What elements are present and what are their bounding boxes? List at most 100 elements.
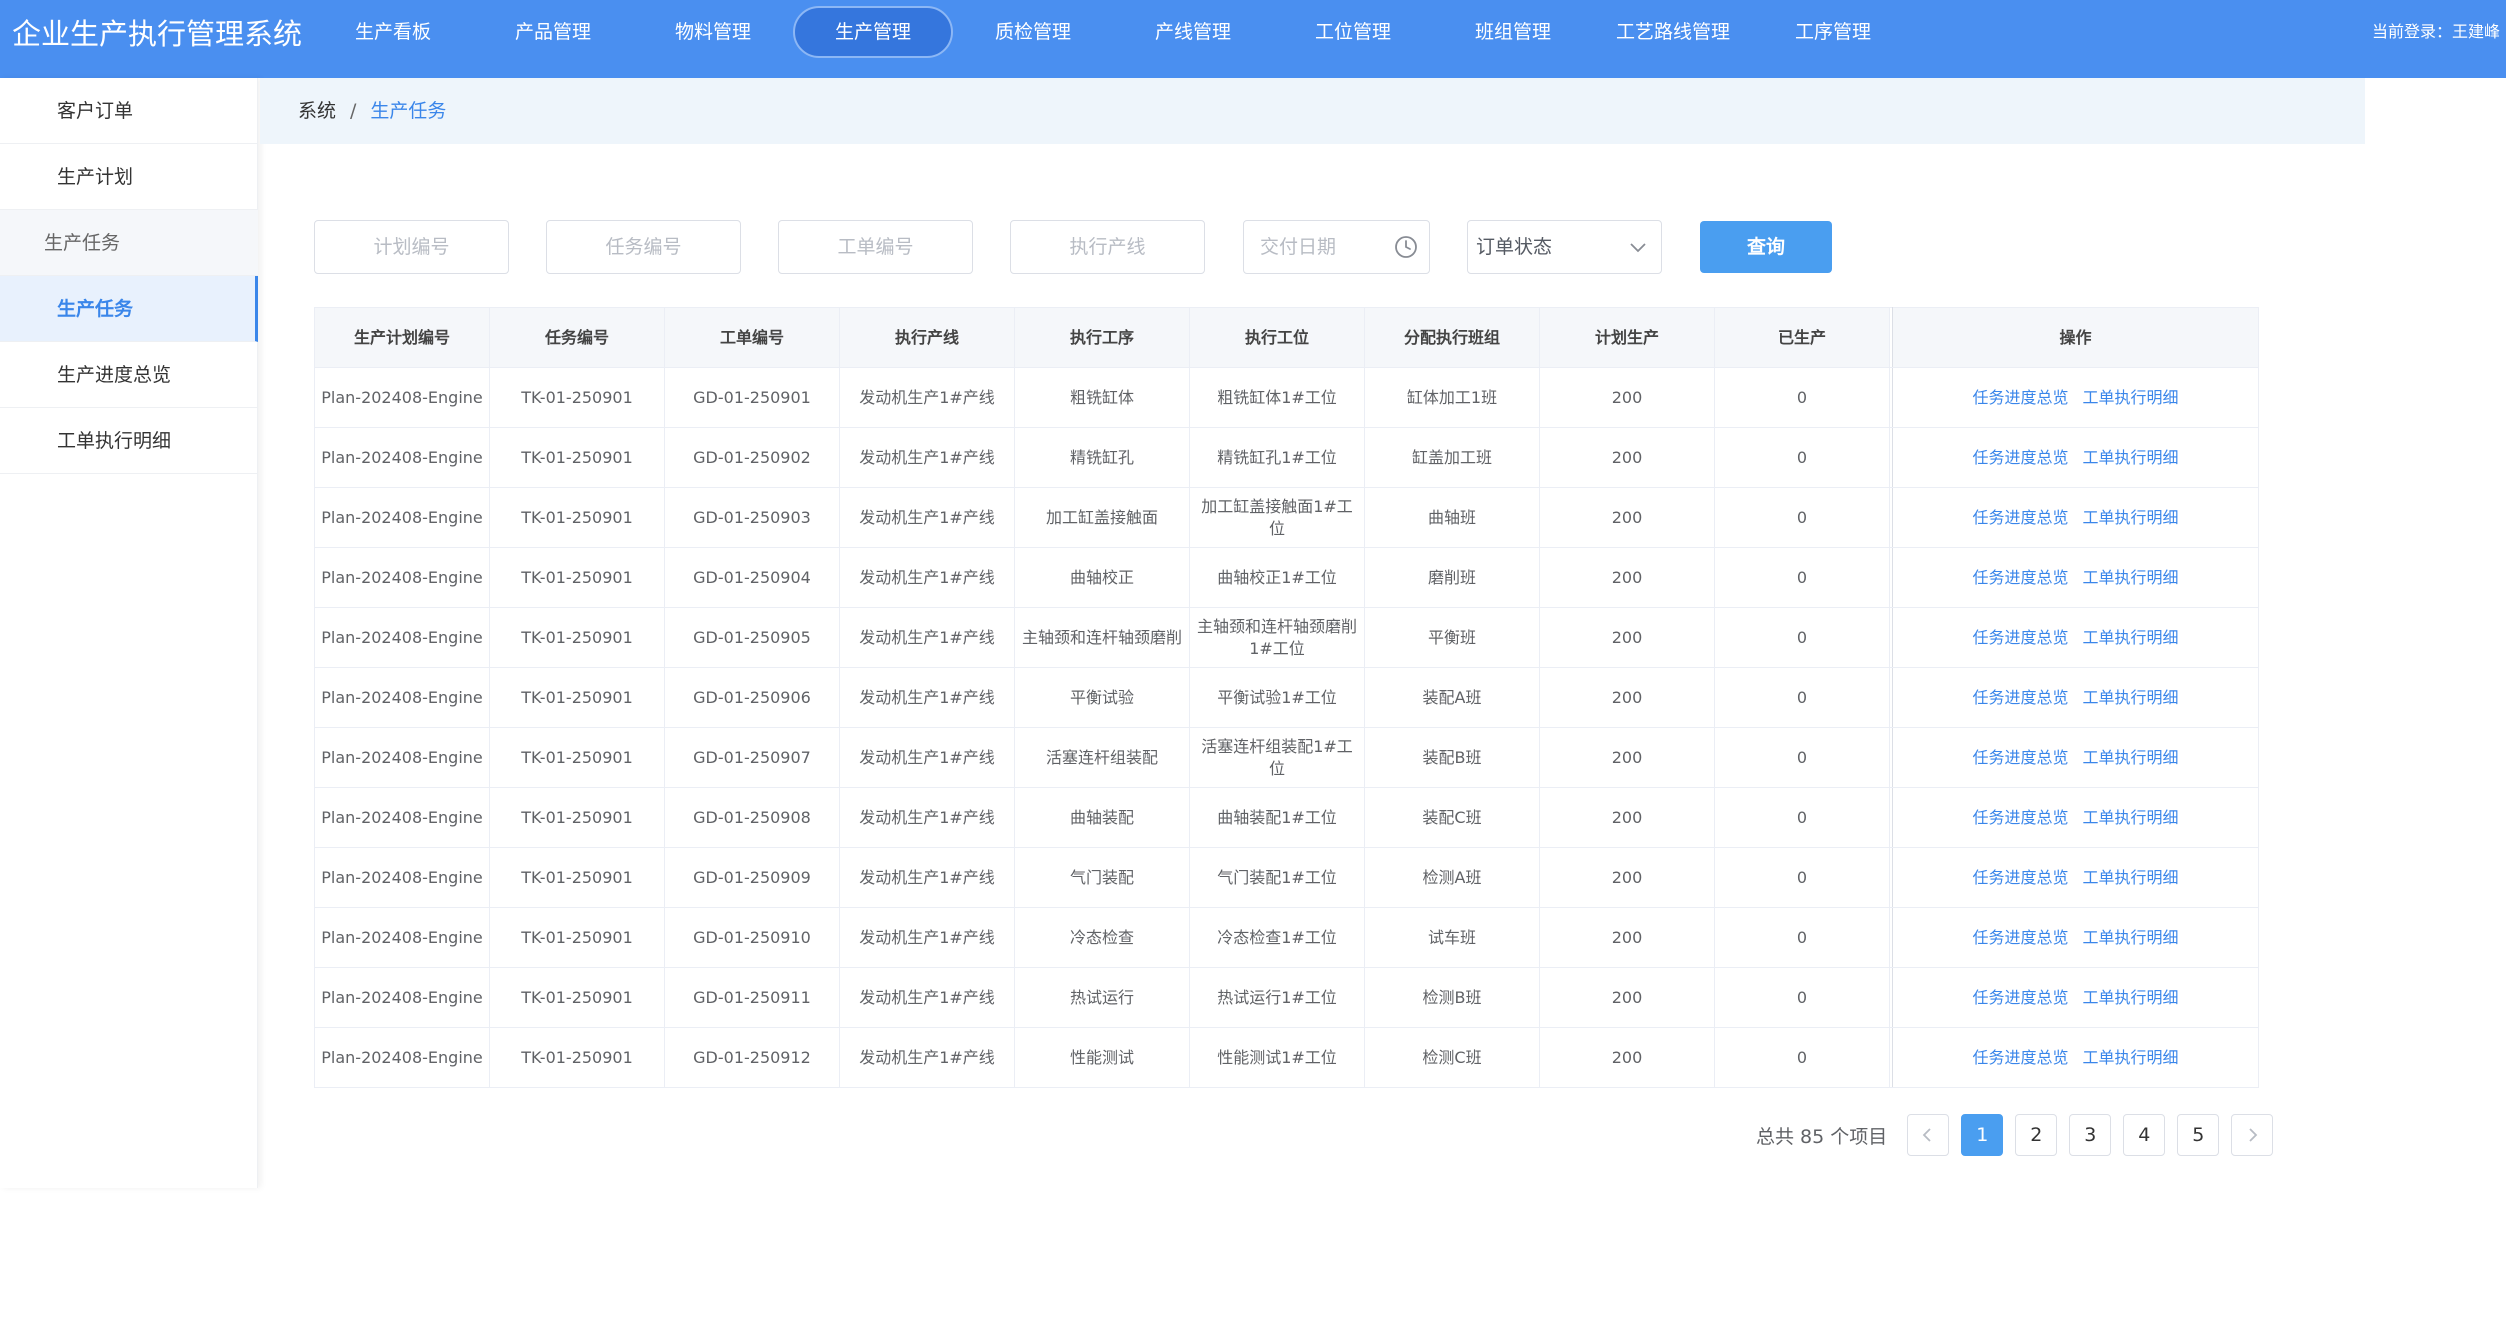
table-cell: GD-01-250911 <box>664 967 840 1028</box>
table-row: Plan-202408-Engine TK-01-250901 GD-01-2509… <box>314 967 2259 1028</box>
table-cell: GD-01-250909 <box>664 847 840 908</box>
work-order-detail-link[interactable]: 工单执行明细 <box>2083 508 2179 527</box>
table-cell: 200 <box>1539 907 1715 968</box>
next-page-button[interactable] <box>2231 1114 2274 1156</box>
work-order-detail-link[interactable]: 工单执行明细 <box>2083 1048 2179 1067</box>
work-order-detail-link[interactable]: 工单执行明细 <box>2083 988 2179 1007</box>
breadcrumb: 系统 / 生产任务 <box>298 99 446 123</box>
sidebar-item-production-task[interactable]: 生产任务 <box>0 276 258 342</box>
table-cell: GD-01-250912 <box>664 1027 840 1088</box>
nav-item-8[interactable]: 工艺路线管理 <box>1593 6 1753 58</box>
page-button-2[interactable]: 2 <box>2015 1114 2058 1156</box>
table-cell: 0 <box>1714 847 1890 908</box>
table-cell: 曲轴装配1#工位 <box>1189 787 1365 848</box>
work-order-detail-link[interactable]: 工单执行明细 <box>2083 568 2179 587</box>
breadcrumb-root[interactable]: 系统 <box>298 100 336 122</box>
work-order-detail-link[interactable]: 工单执行明细 <box>2083 448 2179 467</box>
row-actions: 任务进度总览 工单执行明细 <box>1892 367 2259 428</box>
task-progress-link[interactable]: 任务进度总览 <box>1972 868 2068 887</box>
column-header-4: 执行工序 <box>1014 307 1190 368</box>
page-button-5[interactable]: 5 <box>2177 1114 2220 1156</box>
table-cell: GD-01-250906 <box>664 667 840 728</box>
table-row: Plan-202408-Engine TK-01-250901 GD-01-2509… <box>314 667 2259 728</box>
work-order-no-input[interactable]: 工单编号 <box>778 220 973 274</box>
nav-item-3[interactable]: 生产管理 <box>793 6 953 58</box>
task-progress-link[interactable]: 任务进度总览 <box>1972 1048 2068 1067</box>
page-button-1[interactable]: 1 <box>1961 1114 2004 1156</box>
nav-item-7[interactable]: 班组管理 <box>1433 6 1593 58</box>
order-status-select[interactable]: 订单状态 <box>1467 220 1662 274</box>
table-cell: 200 <box>1539 427 1715 488</box>
table-cell: TK-01-250901 <box>489 967 665 1028</box>
task-progress-link[interactable]: 任务进度总览 <box>1972 568 2068 587</box>
table-row: Plan-202408-Engine TK-01-250901 GD-01-2509… <box>314 547 2259 608</box>
table-row: Plan-202408-Engine TK-01-250901 GD-01-2509… <box>314 487 2259 548</box>
table-row: Plan-202408-Engine TK-01-250901 GD-01-2509… <box>314 787 2259 848</box>
page-button-3[interactable]: 3 <box>2069 1114 2112 1156</box>
table-cell: 0 <box>1714 607 1890 668</box>
sidebar-item-customer-orders[interactable]: 客户订单 <box>0 78 258 144</box>
table-cell: 精铣缸孔 <box>1014 427 1190 488</box>
table-cell: Plan-202408-Engine <box>314 1027 490 1088</box>
table-cell: 发动机生产1#产线 <box>839 727 1015 788</box>
work-order-detail-link[interactable]: 工单执行明细 <box>2083 868 2179 887</box>
row-actions: 任务进度总览 工单执行明细 <box>1892 547 2259 608</box>
table-cell: 粗铣缸体 <box>1014 367 1190 428</box>
nav-item-2[interactable]: 物料管理 <box>633 6 793 58</box>
task-progress-link[interactable]: 任务进度总览 <box>1972 388 2068 407</box>
task-no-input[interactable]: 任务编号 <box>546 220 741 274</box>
sidebar-item-progress-overview[interactable]: 生产进度总览 <box>0 342 258 408</box>
table-cell: 发动机生产1#产线 <box>839 607 1015 668</box>
due-date-picker[interactable]: 交付日期 <box>1243 220 1430 274</box>
work-order-detail-link[interactable]: 工单执行明细 <box>2083 748 2179 767</box>
task-progress-link[interactable]: 任务进度总览 <box>1972 808 2068 827</box>
nav-item-5[interactable]: 产线管理 <box>1113 6 1273 58</box>
table-cell: GD-01-250905 <box>664 607 840 668</box>
sidebar-item-production-plan[interactable]: 生产计划 <box>0 144 258 210</box>
table-cell: TK-01-250901 <box>489 847 665 908</box>
work-order-detail-link[interactable]: 工单执行明细 <box>2083 808 2179 827</box>
sidebar-item-work-order-detail[interactable]: 工单执行明细 <box>0 408 258 474</box>
table-cell: 装配C班 <box>1364 787 1540 848</box>
work-order-detail-link[interactable]: 工单执行明细 <box>2083 628 2179 647</box>
nav-item-6[interactable]: 工位管理 <box>1273 6 1433 58</box>
line-input[interactable]: 执行产线 <box>1010 220 1205 274</box>
work-order-detail-link[interactable]: 工单执行明细 <box>2083 388 2179 407</box>
task-progress-link[interactable]: 任务进度总览 <box>1972 988 2068 1007</box>
order-status-placeholder: 订单状态 <box>1476 236 1553 258</box>
breadcrumb-current: 生产任务 <box>370 100 447 122</box>
table-cell: 试车班 <box>1364 907 1540 968</box>
table-cell: 冷态检查1#工位 <box>1189 907 1365 968</box>
table-cell: Plan-202408-Engine <box>314 847 490 908</box>
row-actions: 任务进度总览 工单执行明细 <box>1892 727 2259 788</box>
task-progress-link[interactable]: 任务进度总览 <box>1972 928 2068 947</box>
prev-page-button[interactable] <box>1907 1114 1950 1156</box>
table-row: Plan-202408-Engine TK-01-250901 GD-01-2509… <box>314 427 2259 488</box>
row-actions: 任务进度总览 工单执行明细 <box>1892 427 2259 488</box>
table-cell: 缸盖加工班 <box>1364 427 1540 488</box>
table-cell: 加工缸盖接触面 <box>1014 487 1190 548</box>
table-cell: 发动机生产1#产线 <box>839 1027 1015 1088</box>
plan-no-input[interactable]: 计划编号 <box>314 220 509 274</box>
table-cell: Plan-202408-Engine <box>314 967 490 1028</box>
work-order-detail-link[interactable]: 工单执行明细 <box>2083 688 2179 707</box>
query-button[interactable]: 查询 <box>1700 221 1832 273</box>
clock-icon <box>1395 236 1417 258</box>
sidebar-group-production-task[interactable]: 生产任务 <box>0 210 258 276</box>
table-row: Plan-202408-Engine TK-01-250901 GD-01-2509… <box>314 847 2259 908</box>
task-progress-link[interactable]: 任务进度总览 <box>1972 628 2068 647</box>
task-progress-link[interactable]: 任务进度总览 <box>1972 508 2068 527</box>
nav-item-9[interactable]: 工序管理 <box>1753 6 1913 58</box>
nav-item-1[interactable]: 产品管理 <box>473 6 633 58</box>
work-order-detail-link[interactable]: 工单执行明细 <box>2083 928 2179 947</box>
table-cell: 0 <box>1714 907 1890 968</box>
task-progress-link[interactable]: 任务进度总览 <box>1972 448 2068 467</box>
table-cell: 活塞连杆组装配1#工位 <box>1189 727 1365 788</box>
table-cell: GD-01-250907 <box>664 727 840 788</box>
task-progress-link[interactable]: 任务进度总览 <box>1972 688 2068 707</box>
task-progress-link[interactable]: 任务进度总览 <box>1972 748 2068 767</box>
nav-item-0[interactable]: 生产看板 <box>313 6 473 58</box>
nav-item-4[interactable]: 质检管理 <box>953 6 1113 58</box>
table-header-row: 生产计划编号 任务编号 工单编号 执行产线 执行工序 执行工位 分配执行班组 计划生产 已生产操… <box>314 307 2259 368</box>
page-button-4[interactable]: 4 <box>2123 1114 2166 1156</box>
